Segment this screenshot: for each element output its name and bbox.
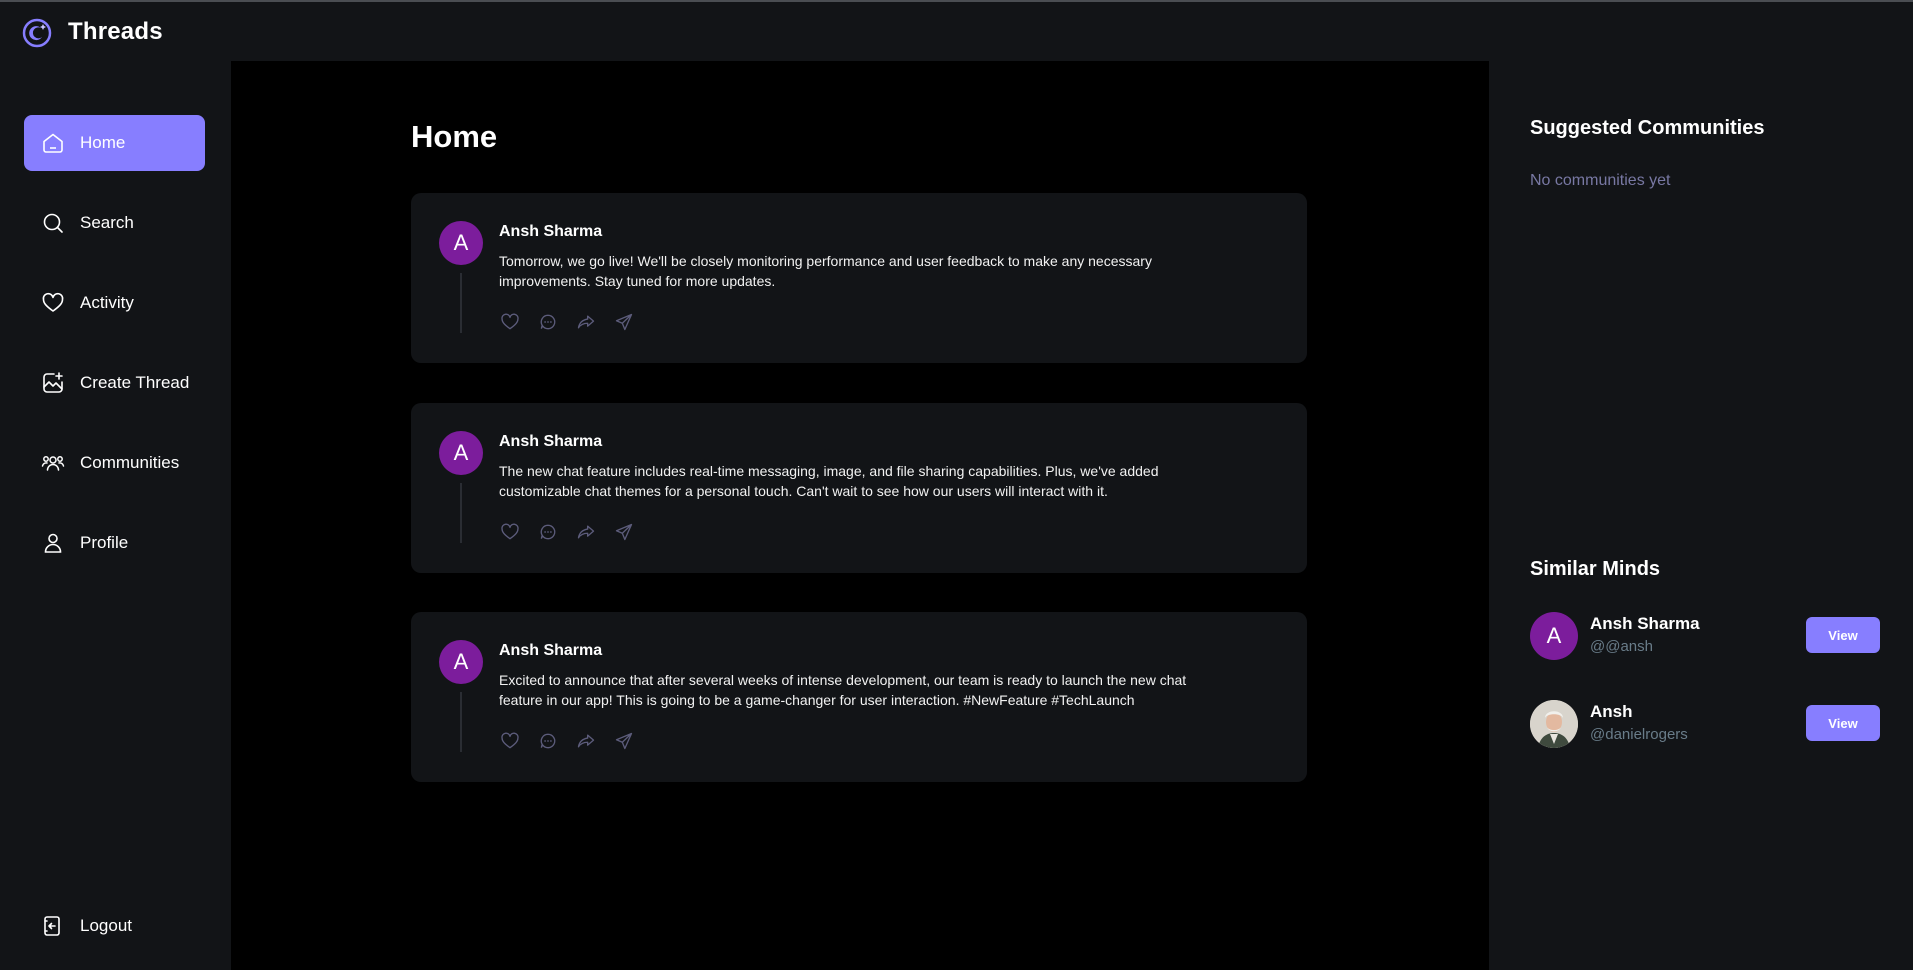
similar-minds-title: Similar Minds <box>1530 558 1661 580</box>
reply-icon[interactable] <box>537 730 559 752</box>
search-icon <box>40 210 66 236</box>
profile-photo[interactable] <box>1530 700 1578 748</box>
view-button[interactable]: View <box>1806 617 1880 653</box>
communities-empty-text: No communities yet <box>1530 172 1671 189</box>
topbar: Threads <box>0 2 1913 61</box>
repost-icon[interactable] <box>575 311 597 333</box>
avatar[interactable]: A <box>439 640 483 684</box>
thread-author[interactable]: Ansh Sharma <box>499 223 602 241</box>
repost-icon[interactable] <box>575 730 597 752</box>
avatar[interactable]: A <box>439 221 483 265</box>
avatar[interactable]: A <box>439 431 483 475</box>
user-name: Ansh <box>1590 702 1633 721</box>
user-card: A Ansh Sharma @@ansh View <box>1530 612 1880 660</box>
share-icon[interactable] <box>613 730 635 752</box>
logo-icon[interactable] <box>22 18 52 48</box>
communities-icon <box>40 450 66 476</box>
thread-line <box>460 483 462 543</box>
logout-label: Logout <box>80 916 132 935</box>
sidebar-item-create-thread[interactable]: Create Thread <box>24 355 205 411</box>
sidebar-item-home[interactable]: Home <box>24 115 205 171</box>
sidebar-item-label: Profile <box>80 533 129 552</box>
user-icon <box>40 530 66 556</box>
heart-icon[interactable] <box>499 521 521 543</box>
thread-author[interactable]: Ansh Sharma <box>499 433 602 451</box>
user-name: Ansh Sharma <box>1590 614 1700 633</box>
thread-card[interactable]: A Ansh Sharma Excited to announce that a… <box>411 612 1307 782</box>
suggested-communities-title: Suggested Communities <box>1530 117 1765 139</box>
share-icon[interactable] <box>613 521 635 543</box>
thread-content: The new chat feature includes real-time … <box>499 463 1159 499</box>
thread-line <box>460 692 462 752</box>
share-icon[interactable] <box>613 311 635 333</box>
sidebar-item-label: Activity <box>80 293 134 312</box>
sidebar-item-label: Home <box>80 133 126 152</box>
sidebar-item-search[interactable]: Search <box>24 195 205 251</box>
repost-icon[interactable] <box>575 521 597 543</box>
sidebar-item-activity[interactable]: Activity <box>24 275 205 331</box>
thread-author[interactable]: Ansh Sharma <box>499 642 602 660</box>
main-feed: Home A Ansh Sharma Tomorrow, we go live!… <box>231 61 1489 970</box>
sidebar-item-label: Create Thread <box>80 373 190 392</box>
heart-icon[interactable] <box>499 730 521 752</box>
home-icon <box>40 130 66 156</box>
reply-icon[interactable] <box>537 311 559 333</box>
page-title: Home <box>411 119 498 154</box>
logout-button[interactable]: Logout <box>24 898 205 954</box>
thread-card[interactable]: A Ansh Sharma The new chat feature inclu… <box>411 403 1307 573</box>
thread-content: Tomorrow, we go live! We'll be closely m… <box>499 253 1152 289</box>
left-sidebar: Home Search Activity Create Thread Commu… <box>0 61 231 970</box>
user-handle: @danielrogers <box>1590 726 1688 743</box>
thread-card[interactable]: A Ansh Sharma Tomorrow, we go live! We'l… <box>411 193 1307 363</box>
thread-actions <box>499 311 635 333</box>
sidebar-item-profile[interactable]: Profile <box>24 515 205 571</box>
thread-actions <box>499 730 635 752</box>
sidebar-item-communities[interactable]: Communities <box>24 435 205 491</box>
sidebar-item-label: Communities <box>80 453 180 472</box>
view-button[interactable]: View <box>1806 705 1880 741</box>
heart-icon <box>40 290 66 316</box>
thread-actions <box>499 521 635 543</box>
app-title[interactable]: Threads <box>68 18 163 46</box>
avatar[interactable]: A <box>1530 612 1578 660</box>
user-handle: @@ansh <box>1590 638 1653 655</box>
logout-icon <box>40 913 66 939</box>
sidebar-item-label: Search <box>80 213 134 232</box>
thread-line <box>460 273 462 333</box>
heart-icon[interactable] <box>499 311 521 333</box>
create-thread-icon <box>40 370 66 396</box>
thread-content: Excited to announce that after several w… <box>499 672 1187 708</box>
user-card: Ansh @danielrogers View <box>1530 700 1880 748</box>
right-sidebar: Suggested Communities No communities yet… <box>1489 61 1913 970</box>
reply-icon[interactable] <box>537 521 559 543</box>
